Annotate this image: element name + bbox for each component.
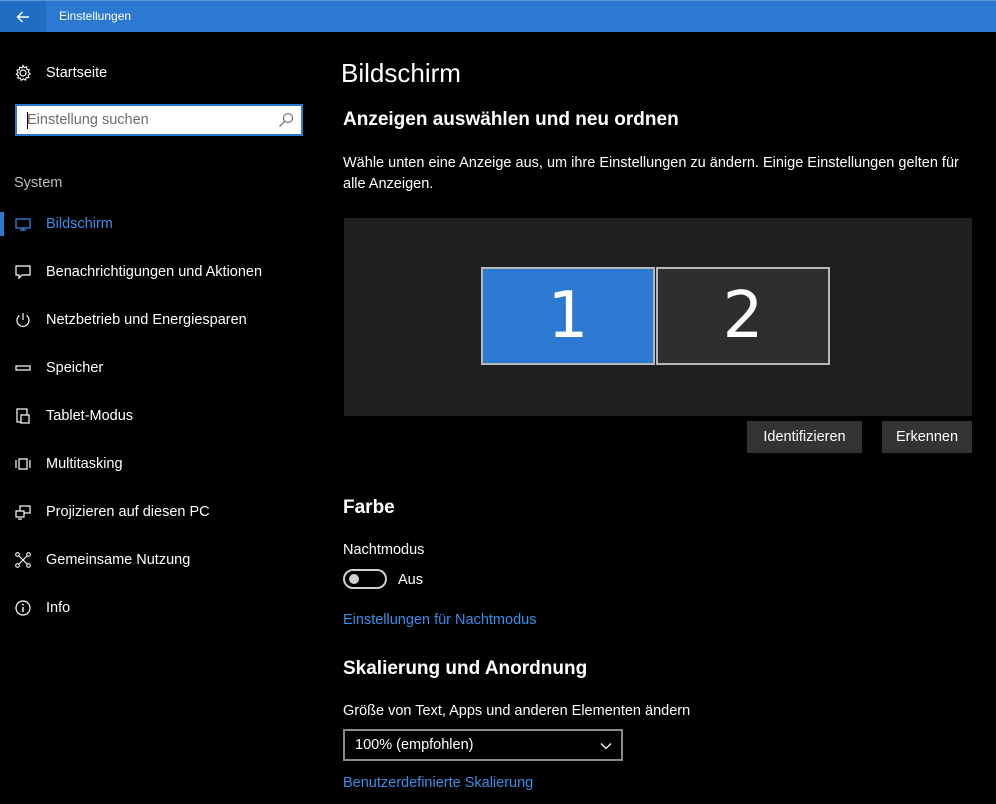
sidebar: Startseite System Bildschirm Benachricht… — [0, 32, 320, 804]
sidebar-item-netzbetrieb[interactable]: Netzbetrieb und Energiesparen — [0, 300, 320, 340]
arrange-description: Wähle unten eine Anzeige aus, um ihre Ei… — [343, 155, 959, 192]
sidebar-item-info[interactable]: Info — [0, 588, 320, 628]
sidebar-item-benachrichtigungen[interactable]: Benachrichtigungen und Aktionen — [0, 252, 320, 292]
monitor-2-tile[interactable]: 2 — [656, 267, 830, 365]
section-label-system: System — [14, 175, 63, 191]
scale-dropdown-value: 100% (empfohlen) — [355, 737, 474, 753]
message-icon — [14, 263, 32, 281]
sidebar-item-label: Projizieren auf diesen PC — [46, 504, 210, 520]
sidebar-item-bildschirm[interactable]: Bildschirm — [0, 204, 320, 244]
custom-scaling-link[interactable]: Benutzerdefinierte Skalierung — [343, 775, 533, 791]
title-bar: Einstellungen — [0, 0, 996, 32]
multitasking-icon — [14, 455, 32, 473]
night-mode-toggle[interactable] — [343, 569, 387, 589]
sidebar-item-projizieren[interactable]: Projizieren auf diesen PC — [0, 492, 320, 532]
sidebar-item-label: Netzbetrieb und Energiesparen — [46, 312, 247, 328]
scale-heading: Skalierung und Anordnung — [343, 658, 588, 679]
home-link[interactable]: Startseite — [14, 62, 107, 84]
arrow-left-icon — [16, 11, 29, 22]
tablet-icon — [14, 407, 32, 425]
sidebar-item-multitasking[interactable]: Multitasking — [0, 444, 320, 484]
info-icon — [14, 599, 32, 617]
back-button[interactable] — [0, 1, 46, 32]
color-heading: Farbe — [343, 497, 395, 518]
display-arrangement-area[interactable]: 1 2 — [344, 218, 972, 416]
toggle-knob — [349, 574, 359, 584]
storage-icon — [14, 359, 32, 377]
window-title: Einstellungen — [59, 9, 132, 23]
monitor-icon — [14, 215, 32, 233]
size-label: Größe von Text, Apps und anderen Element… — [343, 703, 691, 719]
project-icon — [14, 503, 32, 521]
search-input[interactable] — [17, 106, 267, 134]
scale-dropdown[interactable]: 100% (empfohlen) — [343, 729, 623, 761]
power-icon — [14, 311, 32, 329]
sidebar-item-label: Tablet-Modus — [46, 408, 134, 424]
sidebar-item-label: Speicher — [46, 360, 104, 376]
search-icon[interactable] — [278, 112, 294, 128]
sidebar-item-label: Info — [46, 600, 71, 616]
share-icon — [14, 551, 32, 569]
night-mode-settings-link[interactable]: Einstellungen für Nachtmodus — [343, 612, 536, 628]
search-box[interactable] — [15, 104, 303, 136]
identify-button[interactable]: Identifizieren — [747, 421, 862, 453]
chevron-down-icon — [600, 743, 612, 750]
sidebar-item-label: Benachrichtigungen und Aktionen — [46, 264, 263, 280]
night-mode-state: Aus — [398, 572, 423, 588]
detect-button[interactable]: Erkennen — [882, 421, 972, 453]
sidebar-item-label: Multitasking — [46, 456, 123, 472]
sidebar-item-gemeinsame-nutzung[interactable]: Gemeinsame Nutzung — [0, 540, 320, 580]
active-indicator — [0, 212, 4, 236]
arrange-heading: Anzeigen auswählen und neu ordnen — [343, 109, 679, 130]
sidebar-item-label: Bildschirm — [46, 216, 113, 232]
night-mode-label: Nachtmodus — [343, 542, 425, 558]
sidebar-item-speicher[interactable]: Speicher — [0, 348, 320, 388]
sidebar-item-tablet-modus[interactable]: Tablet-Modus — [0, 396, 320, 436]
home-label: Startseite — [46, 65, 108, 81]
monitor-1-tile[interactable]: 1 — [481, 267, 655, 365]
gear-icon — [15, 64, 32, 82]
sidebar-item-label: Gemeinsame Nutzung — [46, 552, 191, 568]
page-title: Bildschirm — [341, 58, 461, 88]
